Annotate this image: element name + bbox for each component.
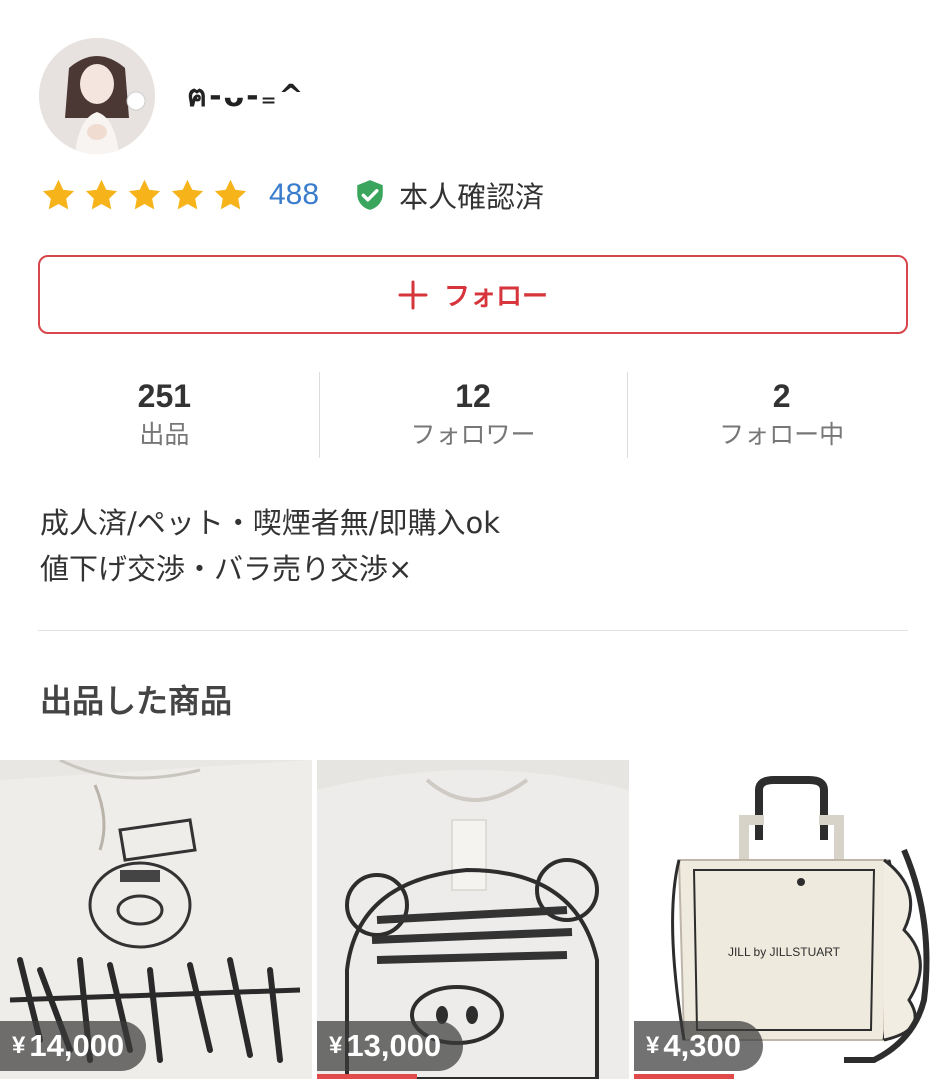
currency-symbol: ¥ — [646, 1032, 660, 1059]
price-badge: ¥ 14,000 — [0, 1021, 147, 1071]
item-card[interactable]: ¥ 14,000 — [0, 760, 312, 1079]
star-icon — [214, 179, 247, 209]
item-grid: ¥ 14,000 ¥ 13,000 JILL by JILLSTUART ¥ 4… — [0, 760, 946, 1079]
bio-line: 値下げ交渉・バラ売り交渉× — [40, 552, 413, 586]
stat-label: 出品 — [139, 420, 190, 449]
rating-row: 488 本人確認済 — [40, 172, 544, 218]
verified-label: 本人確認済 — [399, 180, 545, 214]
price-value: 13,000 — [346, 1028, 442, 1063]
price-badge: ¥ 4,300 — [634, 1021, 763, 1071]
star-icon — [42, 179, 75, 209]
item-card[interactable]: ¥ 13,000 — [317, 760, 629, 1079]
verified-shield-icon — [357, 180, 383, 210]
stat-value: 12 — [455, 378, 491, 414]
stat-listings[interactable]: 251 出品 — [10, 370, 319, 458]
currency-symbol: ¥ — [329, 1032, 343, 1059]
profile-page: ฅ-ᴗ-₌^ 488 本人確認済 フォロー 251 出品 12 フォロワー 2 … — [0, 0, 946, 1079]
item-highlight-bar — [317, 1074, 417, 1079]
price-value: 4,300 — [663, 1028, 741, 1063]
price-value: 14,000 — [29, 1028, 125, 1063]
plus-icon — [398, 280, 428, 309]
item-highlight-bar — [634, 1074, 734, 1079]
star-icon — [85, 179, 118, 209]
follow-button-label: フォロー — [443, 282, 548, 312]
bio-line: 成人済/ペット・喫煙者無/即購入ok — [40, 506, 501, 540]
username: ฅ-ᴗ-₌^ — [187, 78, 306, 114]
rating-count-link[interactable]: 488 — [269, 178, 319, 212]
profile-bio: 成人済/ペット・喫煙者無/即購入ok 値下げ交渉・バラ売り交渉× — [40, 500, 500, 592]
star-icon — [171, 179, 204, 209]
stat-value: 2 — [772, 378, 791, 414]
profile-stats: 251 出品 12 フォロワー 2 フォロー中 — [10, 370, 936, 458]
tote-label: JILL by JILLSTUART — [728, 945, 841, 959]
avatar[interactable] — [39, 38, 155, 154]
stat-followers[interactable]: 12 フォロワー — [318, 370, 628, 458]
section-divider — [38, 630, 908, 631]
item-card[interactable]: JILL by JILLSTUART ¥ 4,300 — [634, 760, 946, 1079]
stat-value: 251 — [137, 378, 192, 414]
follow-button[interactable]: フォロー — [38, 255, 908, 334]
verified-badge: 本人確認済 — [353, 174, 544, 216]
price-badge: ¥ 13,000 — [317, 1021, 464, 1071]
stat-label: フォロワー — [410, 420, 536, 449]
star-icon — [128, 179, 161, 209]
section-title: 出品した商品 — [40, 682, 233, 720]
stat-label: フォロー中 — [719, 420, 845, 449]
currency-symbol: ¥ — [12, 1032, 26, 1059]
profile-header: ฅ-ᴗ-₌^ — [39, 38, 306, 154]
star-rating[interactable] — [40, 177, 249, 214]
stat-following[interactable]: 2 フォロー中 — [627, 370, 936, 458]
